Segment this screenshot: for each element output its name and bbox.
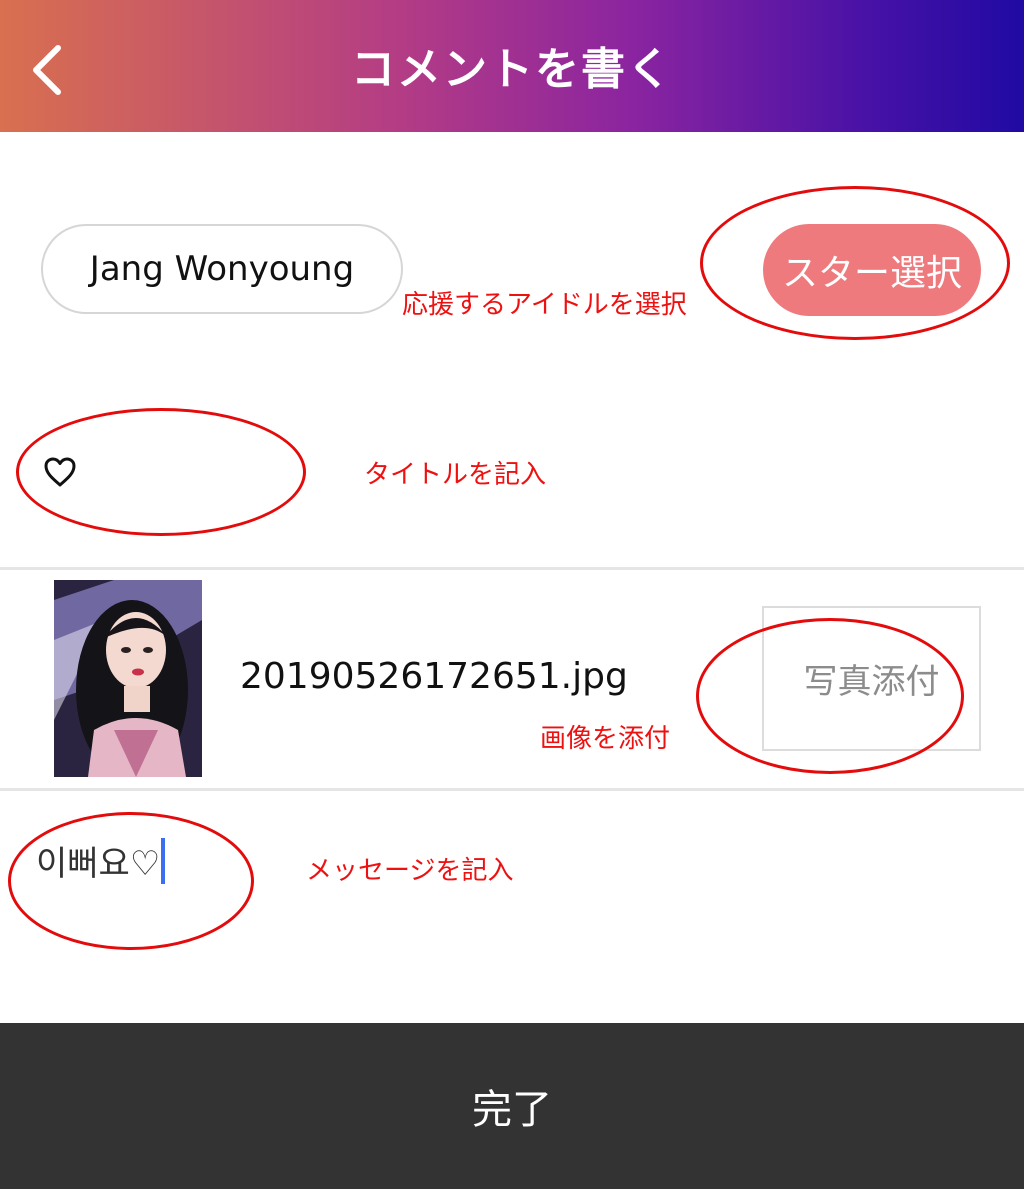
annotation-circle-title (16, 408, 306, 536)
photo-image (54, 580, 202, 777)
annotation-circle-star-select (700, 186, 1010, 340)
annotation-circle-attach (696, 618, 964, 774)
app-header: コメントを書く (0, 0, 1024, 132)
divider-bottom (0, 788, 1024, 791)
annotation-title: タイトルを記入 (364, 460, 547, 490)
annotation-attach-image: 画像を添付 (540, 724, 671, 754)
attached-file-name: 20190526172651.jpg (240, 656, 628, 697)
divider-top (0, 567, 1024, 570)
done-button[interactable]: 完了 (0, 1023, 1024, 1189)
page-title: コメントを書く (351, 44, 673, 95)
selected-star-field[interactable]: Jang Wonyoung (41, 224, 403, 314)
attached-photo-thumbnail[interactable] (54, 580, 202, 777)
annotation-message: メッセージを記入 (306, 856, 514, 886)
annotation-select-idol: 応援するアイドルを選択 (402, 290, 687, 320)
annotation-circle-message (8, 812, 254, 950)
